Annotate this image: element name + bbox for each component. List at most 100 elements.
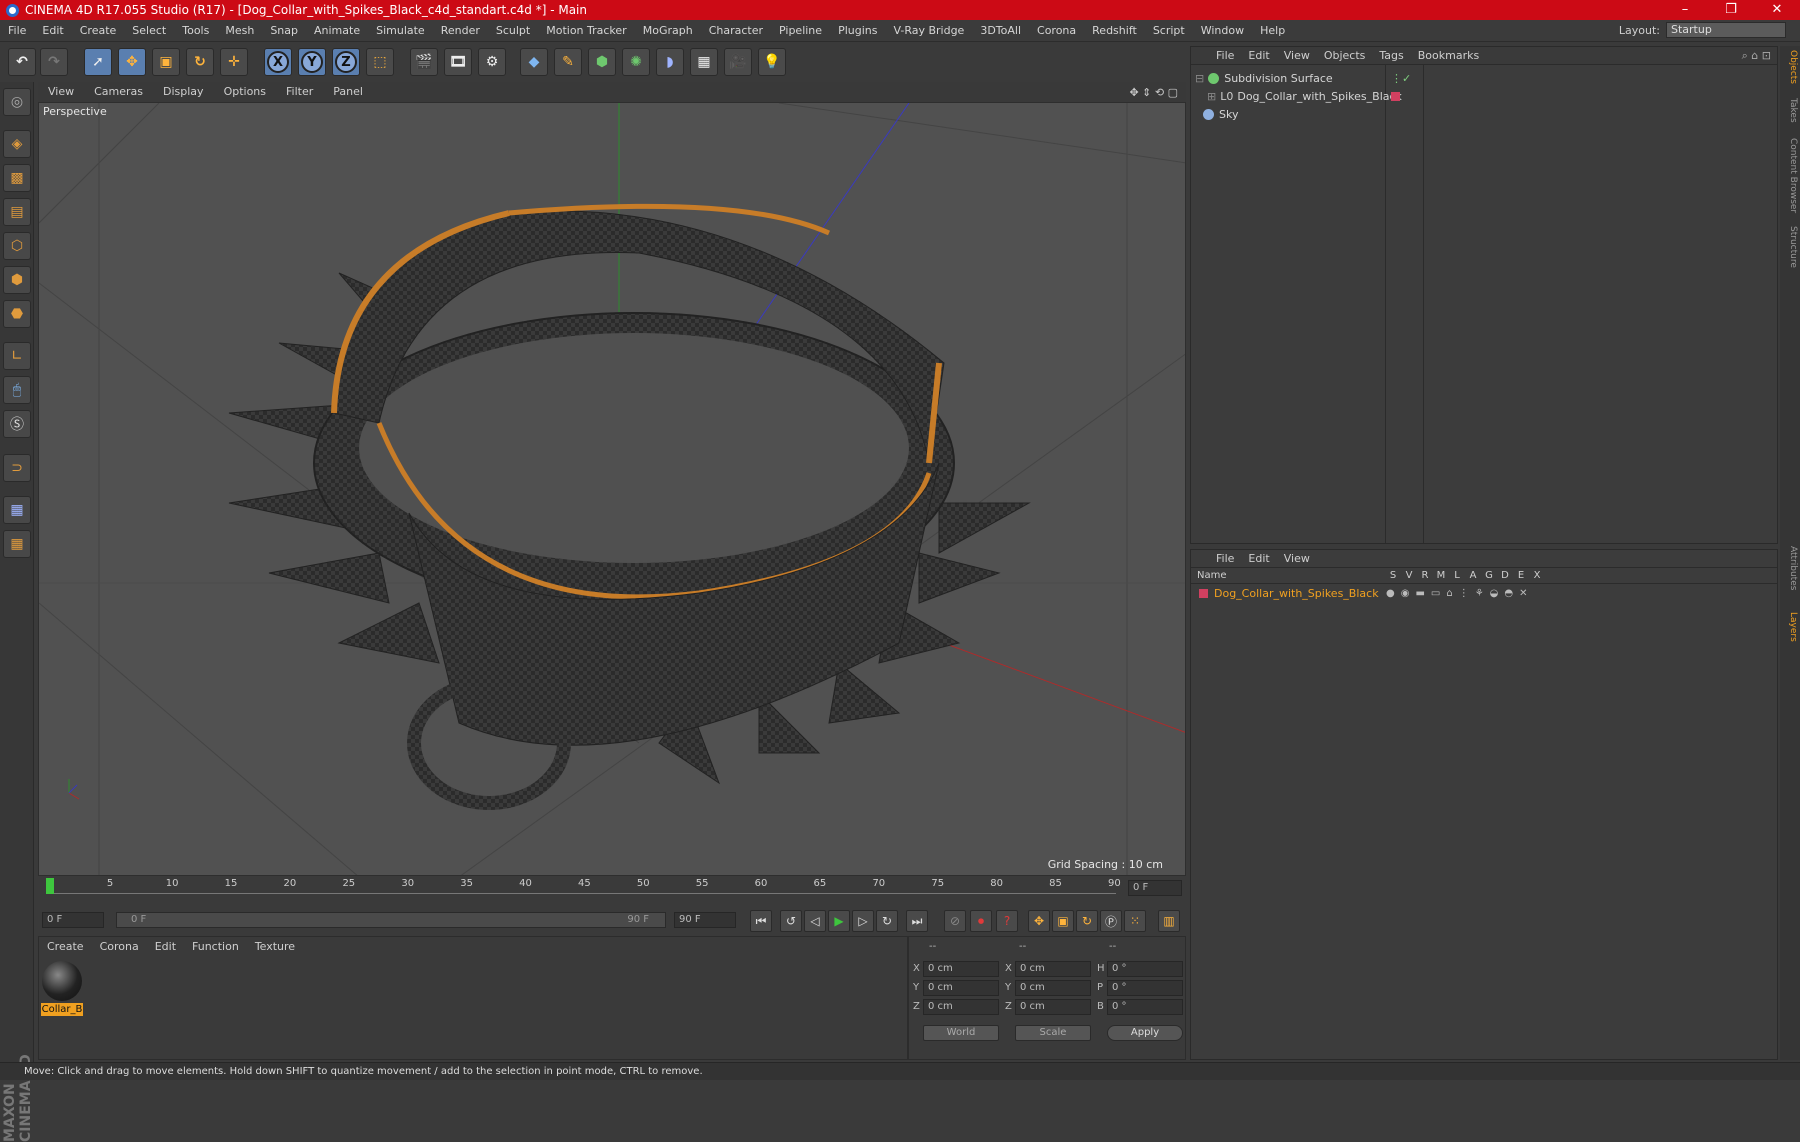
go-to-end-icon[interactable]: ⏭ <box>906 910 928 932</box>
select-tool-icon[interactable]: ➚ <box>84 48 112 76</box>
menu-redshift[interactable]: Redshift <box>1084 20 1145 42</box>
dog-collar-model[interactable] <box>228 203 1031 810</box>
menu-3dtoall[interactable]: 3DToAll <box>972 20 1029 42</box>
side-tab-objects[interactable]: Objects <box>1782 50 1798 84</box>
minimize-button[interactable]: – <box>1662 0 1708 20</box>
x-axis-lock-button[interactable]: X <box>264 48 292 76</box>
material-collar-b[interactable]: Collar_B <box>41 961 83 1017</box>
menu-render[interactable]: Render <box>433 20 488 42</box>
material-menu-edit[interactable]: Edit <box>147 937 184 957</box>
rotate-tool-icon[interactable]: ↻ <box>186 48 214 76</box>
polygons-mode-icon[interactable]: ⬣ <box>3 300 31 328</box>
close-button[interactable]: ✕ <box>1754 0 1800 20</box>
rotation-p-field[interactable]: 0 ° <box>1107 980 1183 996</box>
menu-pipeline[interactable]: Pipeline <box>771 20 830 42</box>
side-tab-attributes[interactable]: Attributes <box>1782 546 1798 590</box>
menu-create[interactable]: Create <box>72 20 125 42</box>
next-key-icon[interactable]: ↻ <box>876 910 898 932</box>
layers-menu-view[interactable]: View <box>1277 550 1317 568</box>
render-picture-viewer-icon[interactable]: 🎞 <box>444 48 472 76</box>
menu-mograph[interactable]: MoGraph <box>635 20 701 42</box>
cloner-icon[interactable]: ✺ <box>622 48 650 76</box>
key-parameter-icon[interactable]: Ⓟ <box>1100 910 1122 932</box>
deformer-icon[interactable]: ◗ <box>656 48 684 76</box>
side-tab-content-browser[interactable]: Content Browser <box>1782 138 1798 213</box>
solo-mode-icon[interactable]: Ⓢ <box>3 410 31 438</box>
light-icon[interactable]: 💡 <box>758 48 786 76</box>
tweak-mode-icon[interactable]: 🖱 <box>3 376 31 404</box>
viewport-menu-filter[interactable]: Filter <box>276 82 323 102</box>
size-x-field[interactable]: 0 cm <box>1015 961 1091 977</box>
previous-frame-icon[interactable]: ◁ <box>804 910 826 932</box>
floor-icon[interactable]: ▦ <box>690 48 718 76</box>
edges-mode-icon[interactable]: ⬢ <box>3 266 31 294</box>
transform-tool-icon[interactable]: ✛ <box>220 48 248 76</box>
move-tool-icon[interactable]: ✥ <box>118 48 146 76</box>
menu-file[interactable]: File <box>0 20 34 42</box>
object-manager-search-icon[interactable]: ⌕ ⌂ ⊡ <box>1742 49 1777 63</box>
menu-mesh[interactable]: Mesh <box>217 20 262 42</box>
material-menu-create[interactable]: Create <box>39 937 92 957</box>
layers-menu-edit[interactable]: Edit <box>1241 550 1276 568</box>
model-mode-icon[interactable]: ◈ <box>3 130 31 158</box>
viewport-nav-icons[interactable]: ✥ ⇕ ⟲ ▢ <box>1129 86 1186 99</box>
menu-plugins[interactable]: Plugins <box>830 20 885 42</box>
size-mode-dropdown[interactable]: Scale <box>1015 1025 1091 1041</box>
key-rotation-icon[interactable]: ↻ <box>1076 910 1098 932</box>
menu-character[interactable]: Character <box>701 20 771 42</box>
menu-select[interactable]: Select <box>124 20 174 42</box>
layer-color-swatch[interactable] <box>1199 588 1208 598</box>
material-menu-texture[interactable]: Texture <box>247 937 303 957</box>
workplane-mode-icon[interactable]: ▤ <box>3 198 31 226</box>
objects-menu-file[interactable]: File <box>1209 47 1241 65</box>
rotation-h-field[interactable]: 0 ° <box>1107 961 1183 977</box>
redo-icon[interactable]: ↷ <box>40 48 68 76</box>
side-tab-structure[interactable]: Structure <box>1782 226 1798 268</box>
end-frame-field[interactable]: 90 F <box>674 912 736 928</box>
locked-workplane-icon[interactable]: ▦ <box>3 496 31 524</box>
key-pla-icon[interactable]: ⁙ <box>1124 910 1146 932</box>
render-settings-icon[interactable]: ⚙ <box>478 48 506 76</box>
scale-tool-icon[interactable]: ▣ <box>152 48 180 76</box>
z-axis-lock-button[interactable]: Z <box>332 48 360 76</box>
key-position-icon[interactable]: ✥ <box>1028 910 1050 932</box>
snap-icon[interactable]: ⊃ <box>3 454 31 482</box>
maximize-button[interactable]: ❐ <box>1708 0 1754 20</box>
layer-flag-icons[interactable]: ●◉▬▭⌂⋮⚘◒◓✕ <box>1386 588 1534 599</box>
apply-button[interactable]: Apply <box>1107 1025 1183 1041</box>
menu-corona[interactable]: Corona <box>1029 20 1084 42</box>
menu-tools[interactable]: Tools <box>174 20 217 42</box>
layers-menu-file[interactable]: File <box>1209 550 1241 568</box>
y-axis-lock-button[interactable]: Y <box>298 48 326 76</box>
object-visibility-check-icon[interactable]: ⋮✓ <box>1391 72 1411 85</box>
position-x-field[interactable]: 0 cm <box>923 961 999 977</box>
timeline-window-icon[interactable]: ▥ <box>1158 910 1180 932</box>
objects-menu-objects[interactable]: Objects <box>1317 47 1373 65</box>
object-subdivision-surface[interactable]: ⊟ Subdivision Surface ⋮✓ <box>1195 69 1411 87</box>
record-keys-icon[interactable]: ⊘ <box>944 910 966 932</box>
size-z-field[interactable]: 0 cm <box>1015 999 1091 1015</box>
objects-menu-edit[interactable]: Edit <box>1241 47 1276 65</box>
menu-animate[interactable]: Animate <box>306 20 368 42</box>
play-icon[interactable]: ▶ <box>828 910 850 932</box>
spline-pen-icon[interactable]: ✎ <box>554 48 582 76</box>
current-frame-field[interactable]: 0 F <box>1128 880 1182 896</box>
render-view-icon[interactable]: 🎬 <box>410 48 438 76</box>
layer-color-swatch[interactable] <box>1391 91 1400 101</box>
viewport-menu-display[interactable]: Display <box>153 82 214 102</box>
layer-row[interactable]: Dog_Collar_with_Spikes_Black ●◉▬▭⌂⋮⚘◒◓✕ <box>1191 584 1777 602</box>
undo-icon[interactable]: ↶ <box>8 48 36 76</box>
menu-motion-tracker[interactable]: Motion Tracker <box>538 20 634 42</box>
perspective-viewport[interactable]: Perspective Grid Spacing : 10 cm <box>38 102 1186 876</box>
timeline-ruler[interactable]: 051015202530354045505560657075808590 0 F <box>38 876 1186 906</box>
auto-keying-icon[interactable]: ⏺ <box>970 910 992 932</box>
start-frame-field[interactable]: 0 F <box>42 912 104 928</box>
menu-script[interactable]: Script <box>1145 20 1193 42</box>
keyframe-selection-icon[interactable]: ? <box>996 910 1018 932</box>
rotation-b-field[interactable]: 0 ° <box>1107 999 1183 1015</box>
object-sky[interactable]: Sky <box>1203 105 1238 123</box>
next-frame-icon[interactable]: ▷ <box>852 910 874 932</box>
layout-dropdown[interactable]: Startup <box>1666 22 1786 38</box>
planar-workplane-icon[interactable]: ▦ <box>3 530 31 558</box>
make-editable-icon[interactable]: ◎ <box>3 88 31 116</box>
